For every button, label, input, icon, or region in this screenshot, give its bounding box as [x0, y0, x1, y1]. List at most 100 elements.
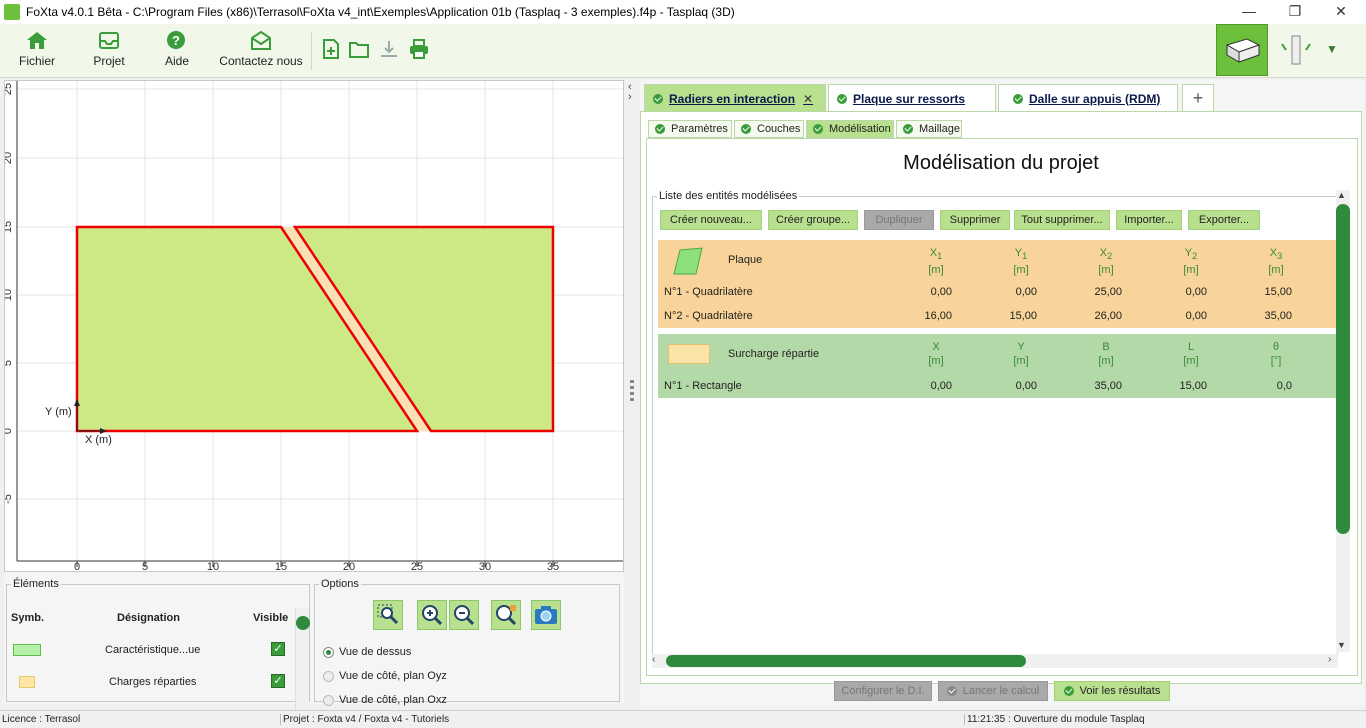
tout-supprimer-button[interactable]: Tout supprimer... — [1014, 210, 1110, 230]
plaque-shape-icon — [673, 247, 703, 275]
plate-module-button[interactable] — [1216, 24, 1268, 76]
cell: 0,00 — [1015, 380, 1037, 392]
subtab-couches[interactable]: Couches — [734, 120, 804, 138]
table-row[interactable]: N°2 - Quadrilatère 16,00 15,00 26,00 0,0… — [664, 310, 1334, 326]
column-header: L [m] — [1183, 341, 1199, 367]
cell: 0,00 — [1015, 286, 1037, 298]
visible-checkbox[interactable]: ✓ — [271, 642, 285, 656]
vertical-scrollbar[interactable]: ▲ ▼ — [1336, 190, 1350, 652]
zoom-in-button[interactable] — [417, 600, 447, 630]
radio-vue-oxz[interactable]: Vue de côté, plan Oxz — [323, 694, 447, 706]
cell: 16,00 — [924, 310, 952, 322]
save-icon[interactable] — [378, 38, 400, 60]
projet-label: Projet — [93, 54, 125, 68]
surcharge-label: Surcharge répartie — [728, 348, 820, 360]
restore-button[interactable]: ❐ — [1272, 0, 1318, 24]
subtab-label: Couches — [757, 123, 801, 135]
open-folder-icon[interactable] — [348, 38, 370, 60]
screenshot-button[interactable] — [531, 600, 561, 630]
splitter-grip-icon[interactable] — [630, 380, 634, 404]
aide-label: Aide — [164, 54, 190, 68]
tab-dalle-appuis[interactable]: Dalle sur appuis (RDM) — [998, 84, 1178, 112]
column-header: X [m] — [928, 341, 944, 367]
creer-nouveau-button[interactable]: Créer nouveau... — [660, 210, 762, 230]
projet-menu-button[interactable]: Projet — [86, 28, 132, 74]
x-tick: 15 — [275, 561, 287, 571]
vertical-scroll-thumb[interactable] — [1336, 204, 1350, 534]
add-tab-button[interactable]: + — [1182, 84, 1214, 112]
plaque-group[interactable]: Plaque X1 [m] Y1 [m] X2 [m] Y2 [m] X3 [m] N°1… — [658, 240, 1336, 328]
horizontal-scrollbar[interactable]: ‹ › — [652, 654, 1338, 668]
lancer-label: Lancer le calcul — [962, 685, 1040, 697]
panel-splitter[interactable]: ‹ › — [626, 80, 638, 706]
creer-groupe-button[interactable]: Créer groupe... — [768, 210, 858, 230]
zoom-window-button[interactable] — [373, 600, 403, 630]
toolbar-expand-chevron-icon[interactable]: ▼ — [1326, 42, 1338, 56]
status-projet: Projet : Foxta v4 / Foxta v4 - Tutoriels — [280, 714, 449, 725]
visible-checkbox[interactable]: ✓ — [271, 674, 285, 688]
status-licence: Licence : Terrasol — [2, 714, 81, 725]
zoom-out-icon — [454, 605, 475, 626]
scroll-down-icon[interactable]: ▼ — [1337, 640, 1346, 650]
horizontal-scroll-thumb[interactable] — [666, 655, 1026, 667]
supprimer-button[interactable]: Supprimer — [940, 210, 1010, 230]
aide-menu-button[interactable]: ? Aide — [156, 28, 198, 74]
svg-text:?: ? — [172, 33, 180, 48]
zoom-fit-button[interactable] — [491, 600, 521, 630]
radio-label: Vue de côté, plan Oxz — [339, 694, 447, 706]
radio-button[interactable] — [323, 646, 334, 658]
collapse-arrows-icon[interactable]: ‹ › — [628, 82, 632, 103]
fichier-menu-button[interactable]: Fichier — [14, 28, 60, 74]
tab-plaque-ressorts[interactable]: Plaque sur ressorts — [828, 84, 996, 112]
radio-button[interactable] — [323, 694, 334, 706]
x-axis-label: X (m) — [85, 434, 112, 446]
radio-vue-dessus[interactable]: Vue de dessus — [323, 646, 411, 658]
tab-radiers-interaction[interactable]: Radiers en interaction ✕ — [644, 84, 826, 112]
toolbar-separator — [311, 32, 312, 70]
surcharge-group[interactable]: Surcharge répartie X [m] Y [m] B [m] L [m] θ… — [658, 334, 1336, 398]
print-icon[interactable] — [408, 38, 430, 60]
minimize-button[interactable]: — — [1226, 0, 1272, 24]
voir-resultats-button[interactable]: Voir les résultats — [1054, 681, 1170, 701]
pile-module-button[interactable] — [1276, 28, 1316, 72]
elements-legend: Éléments — [13, 578, 59, 590]
subtab-parametres[interactable]: Paramètres — [648, 120, 732, 138]
col-visible: Visible — [253, 612, 289, 624]
radio-vue-oyz[interactable]: Vue de côté, plan Oyz — [323, 670, 447, 682]
exporter-button[interactable]: Exporter... — [1188, 210, 1260, 230]
configurer-di-button[interactable]: Configurer le D.I. — [834, 681, 932, 701]
contact-button[interactable]: Contactez nous — [218, 28, 304, 74]
table-row[interactable]: N°1 - Quadrilatère 0,00 0,00 25,00 0,00 … — [664, 286, 1334, 302]
cell: 0,00 — [930, 286, 952, 298]
home-icon — [27, 32, 47, 49]
cell: 15,00 — [1179, 380, 1207, 392]
close-tab-icon[interactable]: ✕ — [803, 92, 813, 106]
subtab-modelisation[interactable]: Modélisation — [806, 120, 894, 138]
dupliquer-button[interactable]: Dupliquer — [864, 210, 934, 230]
table-row[interactable]: N°1 - Rectangle 0,00 0,00 35,00 15,00 0,… — [664, 380, 1334, 396]
zoom-out-button[interactable] — [449, 600, 479, 630]
pile-icon — [1281, 35, 1311, 65]
scrollbar-thumb[interactable] — [296, 616, 310, 630]
scroll-up-icon[interactable]: ▲ — [1337, 190, 1346, 200]
lancer-calcul-button[interactable]: Lancer le calcul — [938, 681, 1048, 701]
close-button[interactable]: ✕ — [1318, 0, 1364, 24]
fichier-label: Fichier — [18, 54, 55, 68]
y-tick: 10 — [5, 289, 14, 301]
scroll-right-icon[interactable]: › — [1328, 654, 1331, 665]
new-file-icon[interactable] — [320, 38, 342, 60]
importer-button[interactable]: Importer... — [1116, 210, 1182, 230]
subtab-maillage[interactable]: Maillage — [896, 120, 962, 138]
plan-view-canvas[interactable]: 0 5 10 15 20 25 30 35 25 20 15 10 5 0 -5… — [2, 80, 624, 573]
subtab-label: Maillage — [919, 123, 960, 135]
column-header: θ [°] — [1270, 341, 1282, 367]
radio-button[interactable] — [323, 670, 334, 682]
x-tick: 30 — [479, 561, 491, 571]
elements-fieldset: Éléments Symb. Désignation Visible Carac… — [6, 578, 310, 712]
mail-icon — [251, 30, 271, 50]
elements-scrollbar[interactable] — [295, 608, 310, 712]
column-header: B [m] — [1098, 341, 1114, 367]
y-tick: 25 — [5, 83, 14, 95]
scroll-left-icon[interactable]: ‹ — [652, 654, 655, 665]
x-tick: 0 — [74, 561, 80, 571]
